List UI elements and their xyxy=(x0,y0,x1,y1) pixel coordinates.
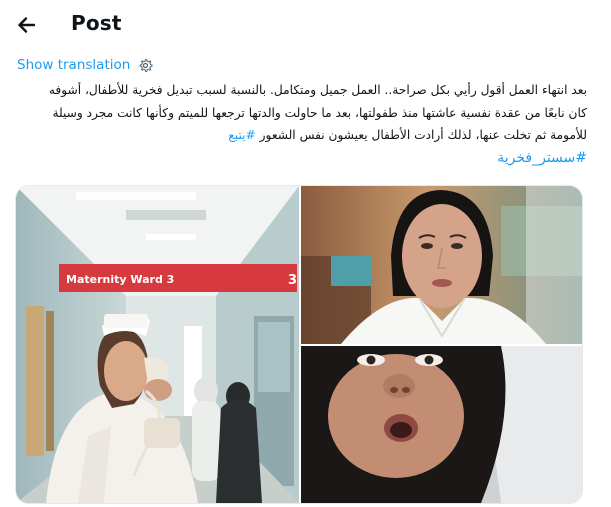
post-text: بعد انتهاء العمل أقول رأيي بكل صراحة.. ا… xyxy=(11,79,587,170)
sign-text: Maternity Ward 3 xyxy=(66,273,174,286)
page-title: Post xyxy=(71,11,122,35)
arrow-left-icon xyxy=(18,17,36,33)
media-grid: Maternity Ward 3 جناح الولادة 3 xyxy=(15,185,583,504)
show-translation-link[interactable]: Show translation xyxy=(17,57,130,73)
media-image-woman-shocked[interactable] xyxy=(301,346,582,503)
post-text-line-4: #سستر_فخرية xyxy=(11,147,587,170)
post-text-line-2: كان نابعًا من عقدة نفسية عاشتها منذ طفول… xyxy=(52,105,587,120)
post-text-line-1: بعد انتهاء العمل أقول رأيي بكل صراحة.. ا… xyxy=(48,83,587,97)
back-button[interactable] xyxy=(12,10,42,40)
hashtag-link[interactable]: #سستر_فخرية xyxy=(497,150,587,166)
post-text-line-3-text: للأمومة ثم تخلت عنها، لذلك أرادت الأطفال… xyxy=(259,128,587,142)
gear-icon[interactable] xyxy=(138,58,153,73)
hashtag-link[interactable]: #يتبع xyxy=(228,128,255,142)
post-header: Post xyxy=(0,0,611,52)
sign-text-ar: جناح الولادة 3 xyxy=(288,273,299,288)
post-text-line-3: للأمومة ثم تخلت عنها، لذلك أرادت الأطفال… xyxy=(11,124,587,147)
media-image-nurse-corridor[interactable]: Maternity Ward 3 جناح الولادة 3 xyxy=(16,186,299,503)
translation-bar: Show translation xyxy=(17,56,153,74)
media-image-woman-portrait[interactable] xyxy=(301,186,582,344)
